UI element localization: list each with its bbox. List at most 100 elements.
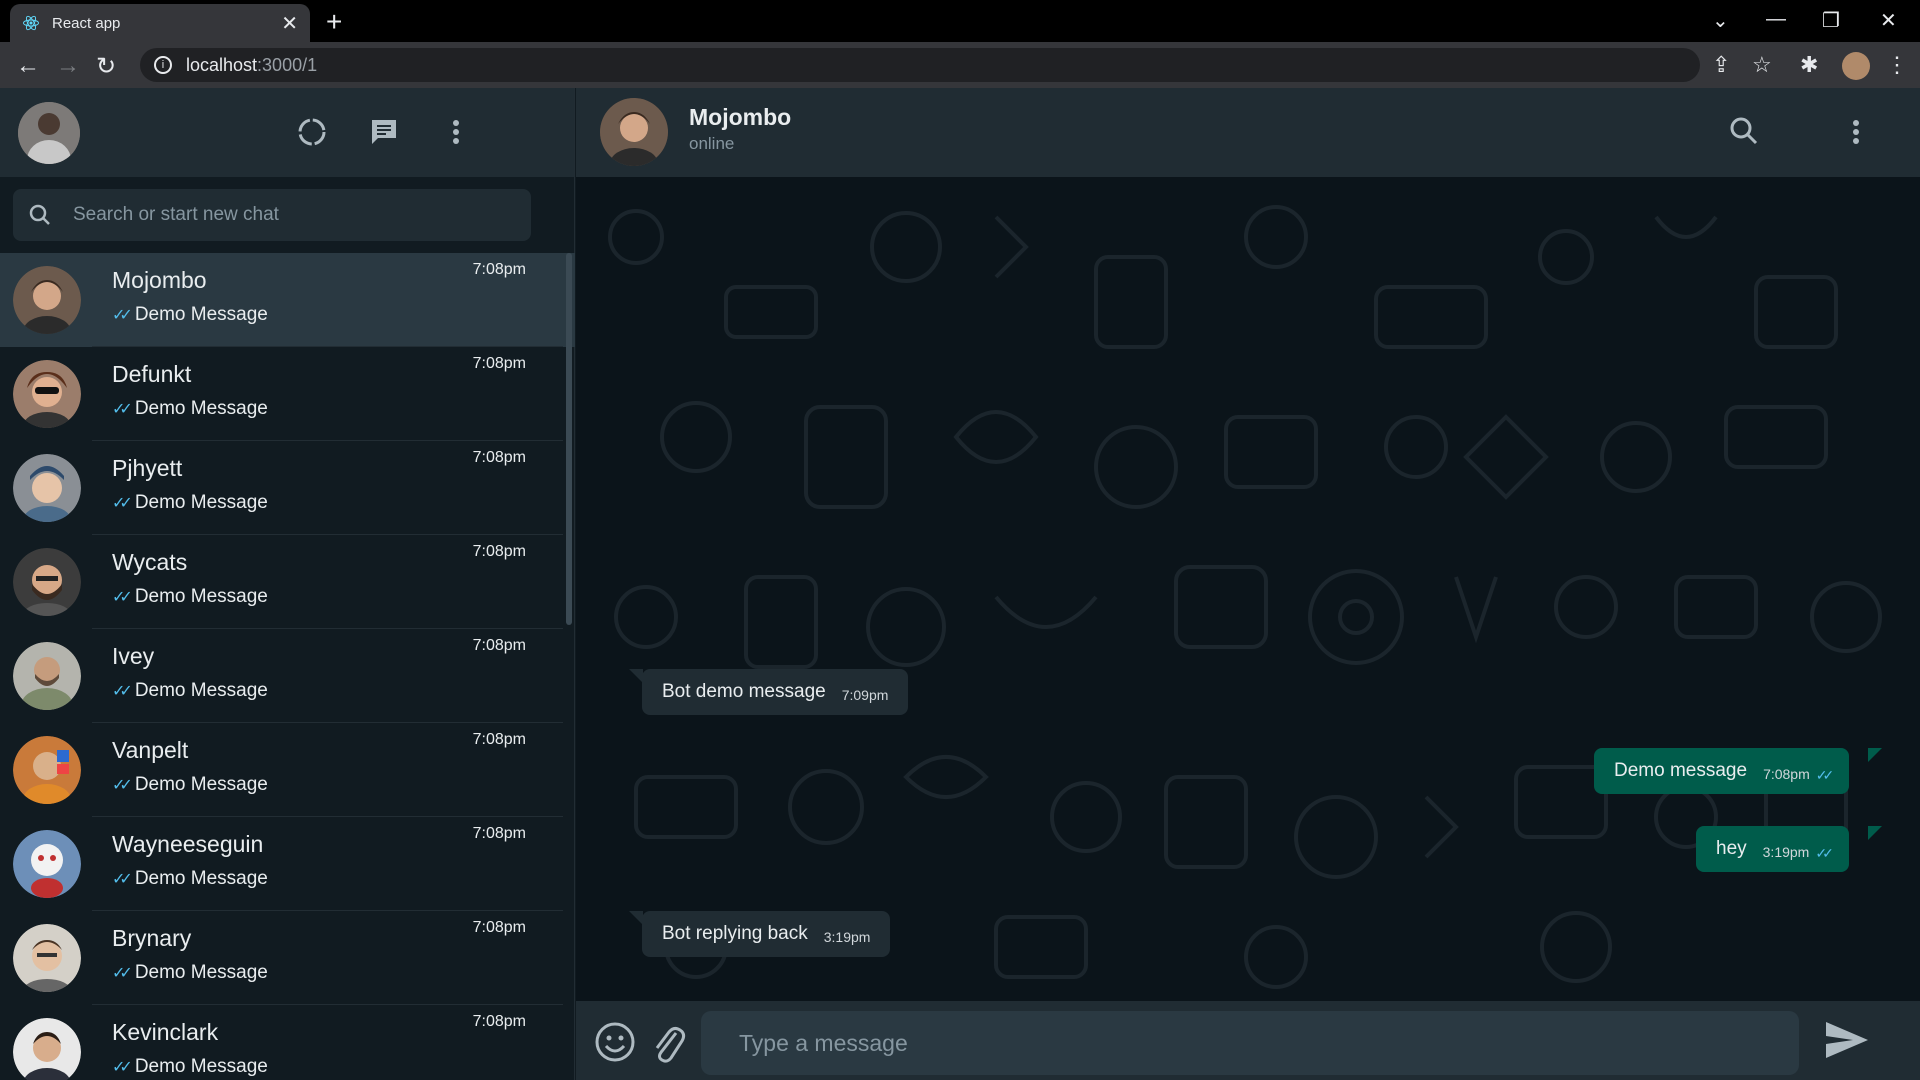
message-time: 3:19pm — [1762, 844, 1810, 860]
avatar — [13, 830, 81, 898]
extensions-icon[interactable]: ✱ — [1800, 52, 1818, 78]
message-bubble-incoming[interactable]: Bot demo message 7:09pm — [642, 669, 909, 715]
chat-last-message: Demo Message — [134, 586, 268, 607]
chat-item-kevinclark[interactable]: Kevinclark 7:08pm ✓✓ Demo Message — [0, 1005, 575, 1080]
avatar — [13, 360, 81, 428]
chat-item-defunkt[interactable]: Defunkt 7:08pm ✓✓ Demo Message — [0, 347, 575, 441]
search-box — [13, 189, 531, 241]
search-icon — [29, 204, 50, 225]
emoji-icon[interactable] — [594, 1021, 636, 1068]
tab-search-icon[interactable]: ⌄ — [1712, 8, 1729, 33]
chat-name: Vanpelt — [112, 737, 189, 763]
read-ticks-icon: ✓✓ — [1815, 844, 1834, 861]
menu-icon[interactable] — [446, 116, 466, 153]
message-text: Bot replying back — [662, 923, 808, 944]
browser-menu-icon[interactable]: ⋮ — [1886, 52, 1908, 78]
search-input[interactable] — [71, 203, 491, 227]
chat-name: Defunkt — [112, 361, 192, 387]
contact-name[interactable]: Mojombo — [689, 104, 791, 131]
read-ticks-icon: ✓✓ — [112, 495, 133, 512]
read-ticks-icon: ✓✓ — [112, 683, 133, 700]
chat-time: 7:08pm — [472, 919, 526, 936]
share-icon[interactable]: ⇪ — [1712, 52, 1730, 78]
restore-icon[interactable]: ❐ — [1822, 8, 1840, 33]
avatar — [13, 924, 81, 992]
chat-list-scrollbar[interactable] — [566, 253, 572, 625]
tab-title: React app — [52, 14, 121, 32]
chat-last-message: Demo Message — [134, 868, 268, 889]
conversation-panel: Mojombo online Bot demo message 7:09pm D… — [576, 88, 1920, 1080]
new-tab-button[interactable]: + — [326, 6, 342, 38]
doodle-background — [608, 205, 1882, 989]
status-icon[interactable] — [296, 116, 328, 153]
back-icon[interactable]: ← — [16, 52, 40, 80]
message-bubble-incoming[interactable]: Bot replying back 3:19pm — [642, 911, 891, 957]
chat-item-brynary[interactable]: Brynary 7:08pm ✓✓ Demo Message — [0, 911, 575, 1005]
chat-time: 7:08pm — [472, 449, 526, 466]
new-chat-icon[interactable] — [368, 116, 400, 153]
message-time: 3:19pm — [823, 929, 871, 945]
chat-item-mojombo[interactable]: Mojombo 7:08pm ✓✓ Demo Message — [0, 253, 575, 347]
chat-last-message: Demo Message — [134, 304, 268, 325]
message-text: Demo message — [1614, 760, 1748, 781]
message-input[interactable] — [701, 1011, 1799, 1075]
contact-avatar[interactable] — [600, 98, 668, 166]
avatar — [13, 642, 81, 710]
close-tab-icon[interactable]: ✕ — [281, 11, 298, 36]
contact-status: online — [689, 134, 735, 153]
message-composer — [576, 1001, 1920, 1080]
avatar — [13, 1018, 81, 1080]
attach-icon[interactable] — [650, 1021, 686, 1068]
minimize-icon[interactable]: — — [1766, 8, 1786, 31]
chat-name: Mojombo — [112, 267, 207, 293]
bubble-tail — [1868, 748, 1882, 762]
bubble-tail — [629, 911, 643, 925]
read-ticks-icon: ✓✓ — [112, 401, 133, 418]
chat-name: Kevinclark — [112, 1019, 219, 1045]
avatar — [13, 454, 81, 522]
chat-time: 7:08pm — [472, 637, 526, 654]
chat-name: Ivey — [112, 643, 155, 669]
conversation-header: Mojombo online — [576, 88, 1920, 177]
message-text: hey — [1716, 838, 1747, 859]
chat-item-wayneeseguin[interactable]: Wayneeseguin 7:08pm ✓✓ Demo Message — [0, 817, 575, 911]
chat-item-ivey[interactable]: Ivey 7:08pm ✓✓ Demo Message — [0, 629, 575, 723]
chat-last-message: Demo Message — [134, 492, 268, 513]
bubble-tail — [1868, 826, 1882, 840]
chat-time: 7:08pm — [472, 825, 526, 842]
avatar — [13, 266, 81, 334]
browser-toolbar: ← → ↻ i localhost:3000/1 ⇪ ☆ ✱ ⋮ — [0, 42, 1920, 88]
chat-item-pjhyett[interactable]: Pjhyett 7:08pm ✓✓ Demo Message — [0, 441, 575, 535]
chat-item-vanpelt[interactable]: Vanpelt 7:08pm ✓✓ Demo Message — [0, 723, 575, 817]
message-text: Bot demo message — [662, 681, 826, 702]
send-icon[interactable] — [1823, 1019, 1871, 1066]
forward-icon[interactable]: → — [56, 52, 80, 80]
chat-item-wycats[interactable]: Wycats 7:08pm ✓✓ Demo Message — [0, 535, 575, 629]
chat-time: 7:08pm — [472, 261, 526, 278]
browser-tab[interactable]: React app ✕ — [10, 4, 310, 42]
user-avatar[interactable] — [18, 102, 80, 164]
chat-app: Mojombo 7:08pm ✓✓Demo Message Defunkt 7:… — [0, 88, 1920, 1080]
message-bubble-outgoing[interactable]: hey 3:19pm ✓✓ — [1696, 826, 1849, 872]
search-icon[interactable] — [1729, 116, 1759, 151]
chat-last-message: Demo Message — [134, 398, 268, 419]
chat-last-message: Demo Message — [134, 774, 268, 795]
chat-list: Mojombo 7:08pm ✓✓ Demo Message Defunkt 7:… — [0, 253, 575, 1080]
bubble-tail — [629, 669, 643, 683]
avatar — [13, 736, 81, 804]
profile-avatar[interactable] — [1842, 52, 1870, 80]
menu-icon[interactable] — [1846, 116, 1866, 153]
close-window-icon[interactable]: ✕ — [1880, 8, 1897, 33]
avatar — [13, 548, 81, 616]
address-bar[interactable]: i localhost:3000/1 — [140, 48, 1700, 82]
read-ticks-icon: ✓✓ — [112, 1059, 133, 1076]
message-bubble-outgoing[interactable]: Demo message 7:08pm ✓✓ — [1594, 748, 1850, 794]
read-ticks-icon: ✓✓ — [1815, 766, 1835, 783]
reload-icon[interactable]: ↻ — [96, 52, 116, 81]
bookmark-star-icon[interactable]: ☆ — [1752, 52, 1772, 78]
chat-name: Pjhyett — [112, 455, 183, 481]
read-ticks-icon: ✓✓ — [112, 777, 133, 794]
chat-name: Wayneeseguin — [112, 831, 264, 857]
read-ticks-icon: ✓✓ — [112, 589, 133, 606]
site-info-icon[interactable]: i — [154, 56, 172, 74]
